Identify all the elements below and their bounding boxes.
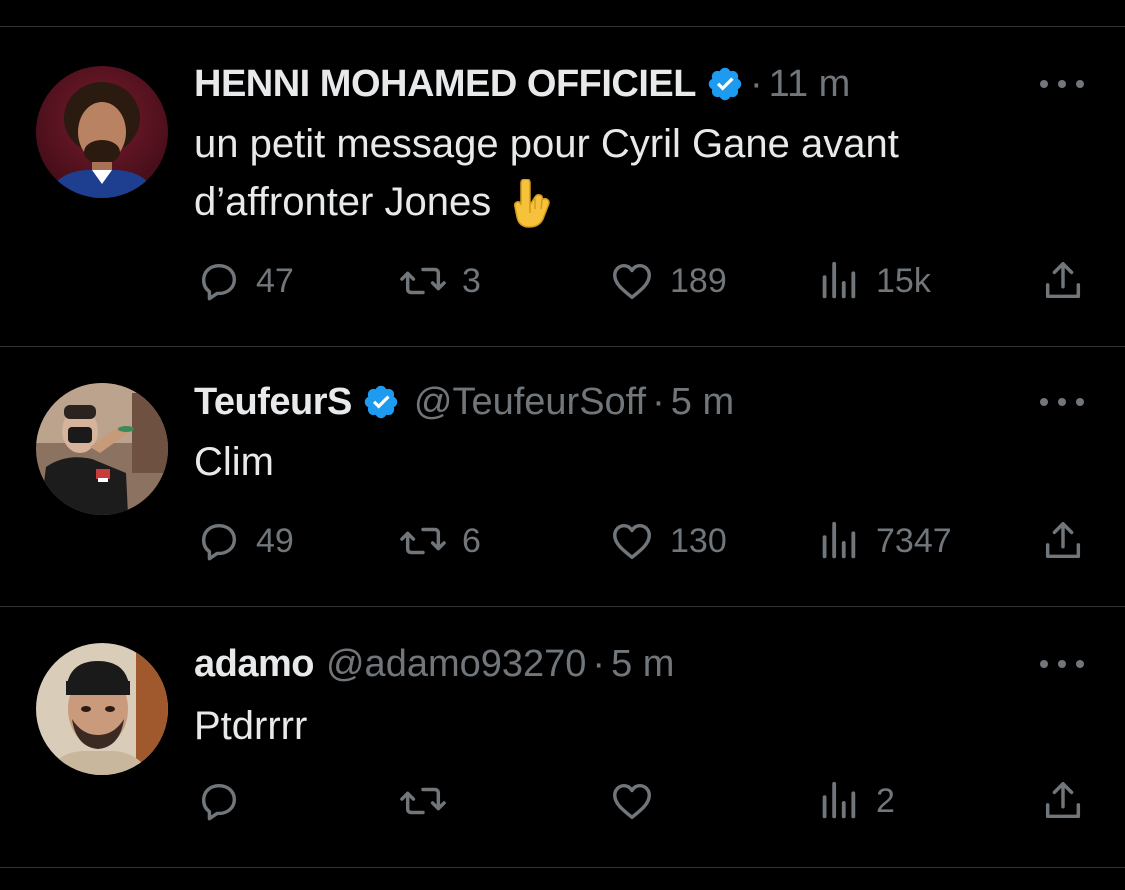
timestamp[interactable]: 5 m xyxy=(611,639,674,689)
pointing-down-emoji-icon xyxy=(507,179,551,229)
like-count: 130 xyxy=(670,521,727,560)
separator-dot: · xyxy=(749,63,763,105)
retweet-button[interactable]: 3 xyxy=(398,257,481,305)
view-count: 2 xyxy=(876,781,895,820)
tweet-text: un petit message pour Cyril Gane avant d… xyxy=(194,115,1054,231)
views-button[interactable]: 2 xyxy=(818,777,895,825)
reply-icon xyxy=(201,783,237,821)
display-name[interactable]: TeufeurS xyxy=(194,377,352,427)
tweet-text: Clim xyxy=(194,440,274,484)
separator-dot: · xyxy=(592,643,606,685)
reply-icon xyxy=(201,523,237,561)
views-icon xyxy=(822,261,856,299)
like-button[interactable]: 130 xyxy=(608,517,727,565)
share-button[interactable] xyxy=(1040,777,1086,825)
views-icon xyxy=(822,521,856,559)
tweet-actions: 2 xyxy=(0,777,1125,825)
tweet[interactable]: HENNI MOHAMED OFFICIEL · 11 m un petit m… xyxy=(0,27,1125,347)
reply-count: 47 xyxy=(256,261,294,300)
retweet-icon xyxy=(400,787,446,815)
view-count: 15k xyxy=(876,261,931,300)
more-icon[interactable] xyxy=(1040,74,1084,94)
verified-badge-icon xyxy=(362,383,400,421)
share-icon xyxy=(1045,262,1081,299)
reply-count: 49 xyxy=(256,521,294,560)
tweet-actions: 49 6 130 7347 xyxy=(0,517,1125,565)
avatar-image xyxy=(36,66,168,198)
reply-icon xyxy=(201,263,237,301)
display-name[interactable]: HENNI MOHAMED OFFICIEL xyxy=(194,59,696,109)
verified-badge-icon xyxy=(706,65,744,103)
heart-icon xyxy=(613,263,651,300)
retweet-count: 3 xyxy=(462,261,481,300)
tweet-header: TeufeurS @TeufeurSoff · 5 m xyxy=(194,377,734,427)
avatar[interactable] xyxy=(36,643,168,775)
views-button[interactable]: 7347 xyxy=(818,517,952,565)
display-name[interactable]: adamo xyxy=(194,639,314,689)
separator-dot: · xyxy=(652,381,665,423)
retweet-icon xyxy=(400,267,446,295)
reply-button[interactable]: 47 xyxy=(196,257,294,305)
tweet[interactable]: adamo @adamo93270 · 5 m Ptdrrrr 2 xyxy=(0,607,1125,868)
timestamp[interactable]: 11 m xyxy=(769,59,851,109)
heart-icon xyxy=(613,523,651,560)
like-button[interactable]: 189 xyxy=(608,257,727,305)
share-icon xyxy=(1045,522,1081,559)
view-count: 7347 xyxy=(876,521,952,560)
reply-button[interactable]: 49 xyxy=(196,517,294,565)
retweet-count: 6 xyxy=(462,521,481,560)
tweet-header: adamo @adamo93270 · 5 m xyxy=(194,639,674,689)
retweet-icon xyxy=(400,527,446,555)
retweet-button[interactable] xyxy=(398,777,462,825)
avatar[interactable] xyxy=(36,66,168,198)
share-button[interactable] xyxy=(1040,517,1086,565)
retweet-button[interactable]: 6 xyxy=(398,517,481,565)
timestamp[interactable]: 5 m xyxy=(671,377,734,427)
tweet-text: Ptdrrrr xyxy=(194,704,308,748)
user-handle[interactable]: @adamo93270 xyxy=(326,639,586,689)
tweet[interactable]: TeufeurS @TeufeurSoff · 5 m Clim 49 6 13… xyxy=(0,347,1125,607)
avatar[interactable] xyxy=(36,383,168,515)
avatar-image xyxy=(36,643,168,775)
tweet-header: HENNI MOHAMED OFFICIEL · 11 m xyxy=(194,59,850,109)
more-icon[interactable] xyxy=(1040,392,1084,412)
avatar-image xyxy=(36,383,168,515)
views-icon xyxy=(822,781,856,819)
more-icon[interactable] xyxy=(1040,654,1084,674)
like-count: 189 xyxy=(670,261,727,300)
user-handle[interactable]: @TeufeurSoff xyxy=(414,377,646,427)
share-button[interactable] xyxy=(1040,257,1086,305)
share-icon xyxy=(1045,782,1081,819)
like-button[interactable] xyxy=(608,777,670,825)
tweet-actions: 47 3 189 15k xyxy=(0,257,1125,305)
views-button[interactable]: 15k xyxy=(818,257,931,305)
heart-icon xyxy=(613,783,651,820)
reply-button[interactable] xyxy=(196,777,256,825)
